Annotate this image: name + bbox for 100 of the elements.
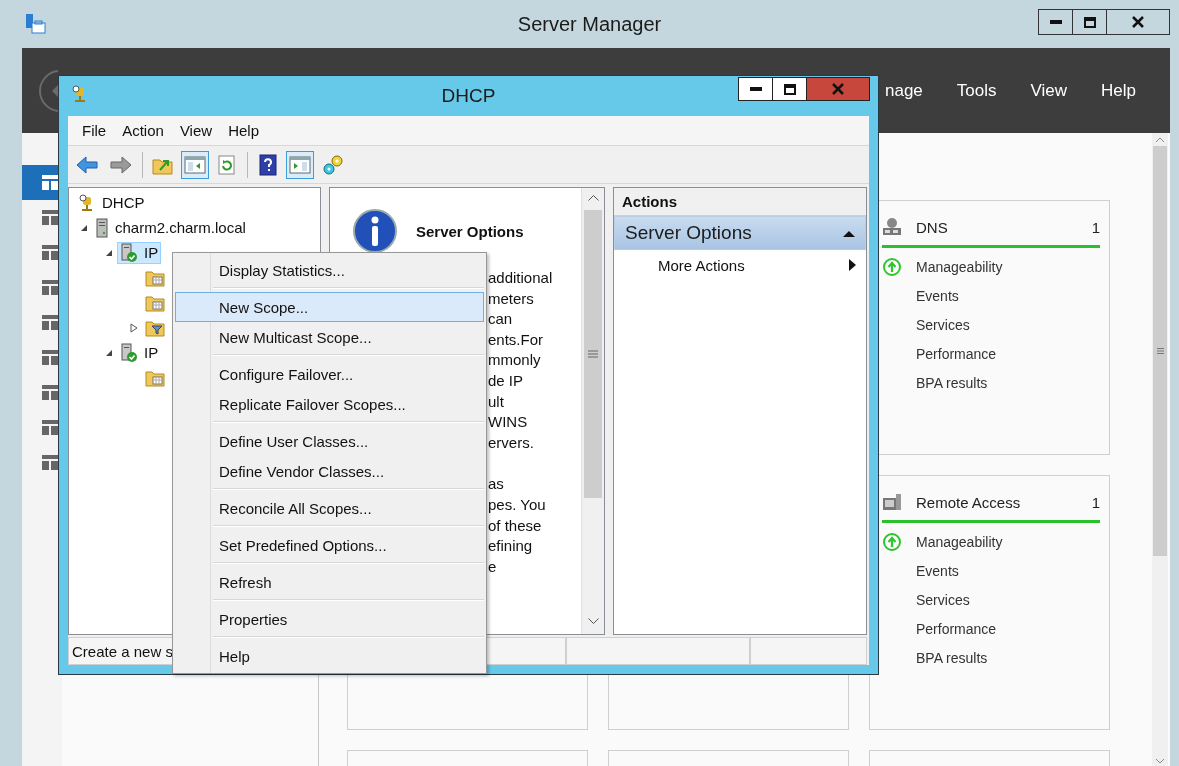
action-group-header[interactable]: Server Options — [614, 216, 866, 250]
pane-right-icon — [289, 154, 311, 175]
context-menu-item[interactable]: Reconcile All Scopes... — [175, 493, 484, 523]
grid-icon — [42, 348, 60, 367]
tile-count: 1 — [1091, 218, 1100, 236]
close-button[interactable] — [1106, 9, 1170, 35]
description-text: ult — [488, 391, 505, 412]
menu-item[interactable]: nage — [884, 80, 923, 101]
collapsed-caret-icon[interactable] — [130, 322, 138, 333]
scroll-up-icon — [1156, 137, 1164, 142]
window-title: DHCP — [441, 85, 496, 107]
menu-item[interactable]: Tools — [956, 80, 997, 101]
folder-filter-icon — [145, 318, 165, 337]
description-text: WINS — [488, 412, 529, 433]
description-text: pes. You — [488, 494, 547, 515]
description-text: ervers. — [488, 432, 535, 453]
menu-item[interactable]: Help — [1101, 80, 1136, 101]
grip-icon — [588, 350, 598, 358]
scroll-up-icon — [587, 195, 599, 201]
description-text: meters — [488, 288, 535, 309]
minimize-button[interactable] — [738, 77, 773, 101]
grid-icon — [42, 208, 60, 227]
menu-item[interactable]: View — [1030, 80, 1068, 101]
context-menu-item[interactable]: Refresh — [175, 567, 484, 597]
back-arrow-icon — [75, 154, 99, 175]
description-text: de IP — [488, 370, 525, 391]
description-text: ents.For — [488, 329, 545, 350]
menu-item[interactable]: File — [74, 122, 115, 139]
scrollbar[interactable] — [1152, 133, 1168, 766]
action-item[interactable]: More Actions — [614, 250, 866, 280]
refresh-icon — [217, 154, 237, 175]
description-text: as — [488, 474, 505, 495]
description-text: mmonly — [488, 350, 542, 371]
tile-row-label[interactable]: Services — [916, 591, 970, 608]
tile-row-label[interactable]: Manageability — [916, 533, 1003, 550]
tree-item[interactable]: IP — [117, 341, 162, 364]
up-arrow-circle-icon — [882, 531, 902, 552]
pane-left-icon — [184, 154, 206, 175]
tree-item[interactable]: DHCP — [75, 192, 148, 213]
tile-row-label[interactable]: Events — [916, 562, 959, 579]
grid-icon — [42, 418, 60, 437]
grid-icon — [42, 278, 60, 297]
context-menu-item[interactable]: Replicate Failover Scopes... — [175, 389, 484, 419]
tile-count: 1 — [1091, 493, 1100, 511]
help-icon — [259, 153, 277, 176]
scroll-down-icon — [1156, 759, 1164, 764]
context-menu-item[interactable]: New Scope... — [175, 292, 484, 322]
submenu-arrow-icon — [849, 259, 856, 271]
minimize-button[interactable] — [1038, 9, 1073, 35]
grid-icon — [42, 383, 60, 402]
server-icon — [95, 217, 109, 238]
window-title: Server Manager — [517, 12, 662, 36]
close-icon — [832, 83, 844, 95]
tile-title[interactable]: Remote Access — [916, 493, 1021, 511]
folder-icon — [145, 268, 165, 287]
server-manager-icon — [24, 13, 46, 35]
server-check-icon — [120, 342, 138, 363]
details-title: Server Options — [416, 222, 524, 240]
expanded-caret-icon[interactable] — [105, 248, 113, 257]
context-menu-item[interactable]: Display Statistics... — [175, 255, 484, 285]
scroll-down-icon — [587, 618, 599, 624]
description-text: efining — [488, 536, 534, 557]
tile-row-label[interactable]: Performance — [916, 620, 997, 637]
context-menu-item[interactable]: Define Vendor Classes... — [175, 456, 484, 486]
tree-item[interactable]: IP — [117, 241, 162, 264]
menu-item[interactable]: Help — [220, 122, 267, 139]
remote-screen-icon — [882, 492, 902, 512]
gears-icon — [321, 153, 345, 176]
context-menu-item[interactable]: Properties — [175, 604, 484, 634]
description-text: of these — [488, 515, 543, 536]
tile-row-label[interactable]: BPA results — [916, 649, 988, 666]
minimize-icon — [1049, 20, 1062, 24]
context-menu-item[interactable]: Set Predefined Options... — [175, 530, 484, 560]
menu-item[interactable]: View — [171, 122, 221, 139]
menu-item[interactable]: Action — [114, 122, 172, 139]
folder-icon — [145, 368, 165, 387]
grid-icon — [42, 453, 60, 472]
info-icon — [352, 208, 398, 254]
expanded-caret-icon[interactable] — [80, 223, 88, 232]
description-text: can — [488, 309, 514, 330]
server-check-icon — [120, 242, 138, 263]
forward-arrow-icon — [109, 154, 133, 175]
tree-item[interactable]: charm2.charm.local — [92, 216, 249, 239]
context-menu-item[interactable]: Configure Failover... — [175, 359, 484, 389]
grip-icon — [1156, 348, 1164, 354]
description-text: e — [488, 556, 498, 577]
close-icon — [1132, 16, 1144, 28]
grid-icon — [42, 313, 60, 332]
expanded-caret-icon[interactable] — [105, 348, 113, 357]
maximize-button[interactable] — [772, 77, 807, 101]
scrollbar[interactable] — [581, 188, 604, 634]
context-menu-item[interactable]: New Multicast Scope... — [175, 322, 484, 352]
grid-icon — [42, 173, 60, 192]
description-text: additional — [488, 268, 554, 288]
context-menu-item[interactable]: Define User Classes... — [175, 426, 484, 456]
maximize-button[interactable] — [1072, 9, 1107, 35]
maximize-icon — [1083, 16, 1096, 28]
actions-header: Actions — [614, 188, 866, 216]
folder-icon — [145, 293, 165, 312]
grid-icon — [42, 243, 60, 262]
